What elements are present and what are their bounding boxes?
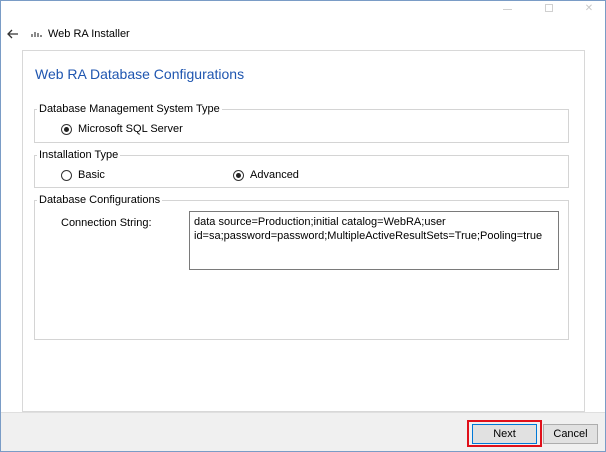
close-icon: ✕ xyxy=(584,2,594,14)
radio-indicator xyxy=(61,123,72,135)
radio-mssql[interactable]: Microsoft SQL Server xyxy=(61,123,183,135)
maximize-icon xyxy=(545,4,553,12)
window-title: Web RA Installer xyxy=(48,28,130,40)
radio-basic[interactable]: Basic xyxy=(61,169,105,181)
installation-type-group: Installation Type xyxy=(34,149,569,188)
arrow-left-icon xyxy=(7,29,18,39)
dbms-type-legend: Database Management System Type xyxy=(39,103,220,115)
radio-advanced-label: Advanced xyxy=(250,169,299,181)
radio-basic-label: Basic xyxy=(78,169,105,181)
back-button[interactable] xyxy=(6,27,20,41)
radio-indicator xyxy=(61,169,72,181)
installation-type-legend: Installation Type xyxy=(39,149,119,161)
next-button[interactable]: Next xyxy=(472,424,537,444)
page-title: Web RA Database Configurations xyxy=(35,66,245,82)
maximize-button[interactable] xyxy=(534,1,564,15)
database-configurations-legend: Database Configurations xyxy=(39,194,161,206)
cancel-button[interactable]: Cancel xyxy=(543,424,598,444)
radio-indicator xyxy=(233,169,244,181)
radio-advanced[interactable]: Advanced xyxy=(233,169,299,181)
close-button[interactable]: ✕ xyxy=(574,1,604,15)
minimize-icon xyxy=(502,8,512,10)
minimize-button[interactable] xyxy=(492,1,522,15)
app-icon xyxy=(31,32,42,37)
radio-mssql-label: Microsoft SQL Server xyxy=(78,123,183,135)
connection-string-label: Connection String: xyxy=(61,217,152,229)
connection-string-input[interactable]: data source=Production;initial catalog=W… xyxy=(189,211,559,270)
